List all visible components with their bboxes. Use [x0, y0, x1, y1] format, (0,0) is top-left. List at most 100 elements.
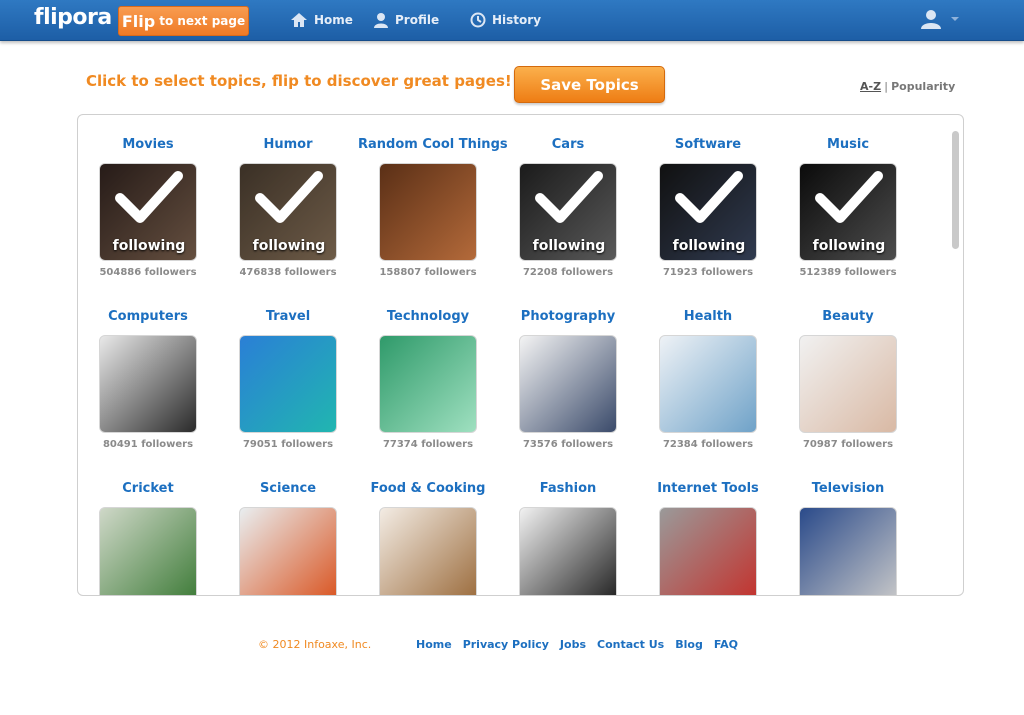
topic-tile[interactable]: Humor following 476838 followers	[218, 123, 358, 295]
topic-name[interactable]: Technology	[358, 309, 498, 324]
topic-image[interactable]	[379, 163, 477, 261]
nav-profile-label: Profile	[395, 13, 440, 27]
follower-count: 77374 followers	[382, 439, 474, 450]
footer-link-home[interactable]: Home	[416, 638, 452, 651]
flip-to-next-page-button[interactable]: Flip to next page	[118, 6, 249, 36]
checkmark-icon	[815, 171, 883, 223]
topic-name[interactable]: Internet Tools	[638, 481, 778, 496]
topic-name[interactable]: Movies	[78, 137, 218, 152]
topic-image[interactable]: following	[799, 163, 897, 261]
topic-tile[interactable]: Travel 79051 followers	[218, 295, 358, 467]
user-icon	[921, 10, 941, 29]
topic-tile[interactable]: Music following 512389 followers	[778, 123, 918, 295]
topic-name[interactable]: Photography	[498, 309, 638, 324]
follower-count: 80491 followers	[102, 439, 194, 450]
sort-options: A-Z | Popularity	[860, 80, 955, 93]
topic-image[interactable]	[239, 507, 337, 595]
topic-image[interactable]: following	[659, 163, 757, 261]
topic-tile[interactable]: Movies following 504886 followers	[78, 123, 218, 295]
topic-name[interactable]: Fashion	[498, 481, 638, 496]
topic-tile[interactable]: Science	[218, 467, 358, 595]
footer-link-jobs[interactable]: Jobs	[560, 638, 586, 651]
following-overlay: following	[240, 164, 336, 260]
footer-link-privacy-policy[interactable]: Privacy Policy	[463, 638, 549, 651]
home-icon	[291, 13, 307, 27]
topic-tile[interactable]: Fashion	[498, 467, 638, 595]
topic-tile[interactable]: Television	[778, 467, 918, 595]
topic-name[interactable]: Software	[638, 137, 778, 152]
nav-home[interactable]: Home	[290, 10, 353, 30]
topic-image[interactable]: following	[519, 163, 617, 261]
following-label: following	[812, 238, 886, 254]
follower-count: 73576 followers	[522, 439, 614, 450]
follower-count: 504886 followers	[99, 267, 197, 278]
flip-label: Flip	[121, 11, 156, 31]
topic-tile[interactable]: Cars following 72208 followers	[498, 123, 638, 295]
topic-name[interactable]: Travel	[218, 309, 358, 324]
topic-image[interactable]	[519, 335, 617, 433]
following-overlay: following	[800, 164, 896, 260]
checkmark-icon	[115, 171, 183, 223]
topic-tile[interactable]: Health 72384 followers	[638, 295, 778, 467]
scrollbar-thumb[interactable]	[952, 131, 959, 249]
topic-image[interactable]	[379, 335, 477, 433]
topic-tile[interactable]: Cricket	[78, 467, 218, 595]
sort-az-link[interactable]: A-Z	[860, 80, 881, 93]
topic-tile[interactable]: Random Cool Things 158807 followers	[358, 123, 508, 295]
topic-name[interactable]: Television	[778, 481, 918, 496]
topic-image[interactable]	[799, 507, 897, 595]
copyright: © 2012 Infoaxe, Inc.	[258, 638, 372, 651]
flipora-logo[interactable]: flipora	[34, 5, 112, 30]
topic-name[interactable]: Health	[638, 309, 778, 324]
topic-image[interactable]	[99, 507, 197, 595]
follower-count: 79051 followers	[242, 439, 334, 450]
nav-home-label: Home	[314, 13, 353, 27]
topic-tile[interactable]: Computers 80491 followers	[78, 295, 218, 467]
following-overlay: following	[660, 164, 756, 260]
topic-image[interactable]	[239, 335, 337, 433]
chevron-down-icon	[951, 17, 959, 21]
sort-popularity-link[interactable]: Popularity	[891, 80, 955, 93]
topic-tile[interactable]: Technology 77374 followers	[358, 295, 498, 467]
nav-history-label: History	[492, 13, 542, 27]
topic-name[interactable]: Cars	[498, 137, 638, 152]
footer-link-contact-us[interactable]: Contact Us	[597, 638, 664, 651]
topics-panel: Movies following 504886 followers Humor foll…	[77, 114, 964, 596]
topic-name[interactable]: Random Cool Things	[358, 137, 508, 152]
nav-profile[interactable]: Profile	[373, 10, 439, 30]
footer-link-faq[interactable]: FAQ	[714, 638, 738, 651]
topic-name[interactable]: Food & Cooking	[358, 481, 498, 496]
topic-image[interactable]	[799, 335, 897, 433]
nav-history[interactable]: History	[470, 10, 541, 30]
save-topics-button[interactable]: Save Topics	[514, 66, 665, 103]
topic-name[interactable]: Humor	[218, 137, 358, 152]
topic-image[interactable]	[659, 507, 757, 595]
following-label: following	[532, 238, 606, 254]
following-label: following	[112, 238, 186, 254]
following-label: following	[252, 238, 326, 254]
topic-name[interactable]: Music	[778, 137, 918, 152]
topic-image[interactable]	[379, 507, 477, 595]
topic-tile[interactable]: Beauty 70987 followers	[778, 295, 918, 467]
topic-tile[interactable]: Software following 71923 followers	[638, 123, 778, 295]
user-menu[interactable]	[920, 8, 962, 30]
topic-image[interactable]: following	[99, 163, 197, 261]
checkmark-icon	[675, 171, 743, 223]
topic-tile[interactable]: Photography 73576 followers	[498, 295, 638, 467]
topic-name[interactable]: Science	[218, 481, 358, 496]
topic-image[interactable]	[519, 507, 617, 595]
topic-image[interactable]	[99, 335, 197, 433]
topic-tile[interactable]: Internet Tools	[638, 467, 778, 595]
clock-icon	[470, 12, 486, 28]
topic-name[interactable]: Beauty	[778, 309, 918, 324]
follower-count: 72384 followers	[662, 439, 754, 450]
topic-name[interactable]: Cricket	[78, 481, 218, 496]
follower-count: 70987 followers	[802, 439, 894, 450]
topic-image[interactable]: following	[239, 163, 337, 261]
topic-tile[interactable]: Food & Cooking	[358, 467, 498, 595]
topic-image[interactable]	[659, 335, 757, 433]
footer-link-blog[interactable]: Blog	[675, 638, 703, 651]
profile-icon	[374, 13, 388, 28]
topic-name[interactable]: Computers	[78, 309, 218, 324]
sort-separator: |	[884, 80, 889, 93]
